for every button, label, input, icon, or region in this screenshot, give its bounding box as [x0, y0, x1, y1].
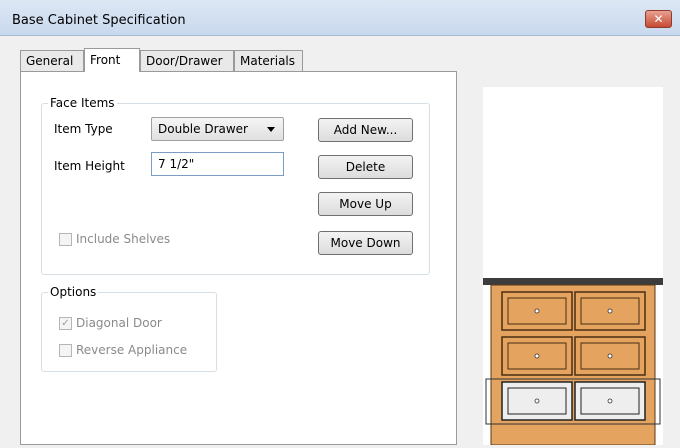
add-new-button[interactable]: Add New...: [318, 118, 413, 142]
item-type-value: Double Drawer: [158, 122, 248, 136]
drawer-knob-icon: [607, 398, 613, 404]
include-shelves-label: Include Shelves: [76, 232, 171, 246]
check-icon: ✓: [59, 316, 72, 330]
options-legend: Options: [50, 285, 97, 299]
tab-materials[interactable]: Materials: [234, 50, 303, 71]
include-shelves-checkbox[interactable]: Include Shelves: [59, 232, 170, 246]
drawer-knob-icon: [607, 308, 613, 314]
face-items-legend: Face Items: [50, 96, 115, 110]
tab-door-drawer[interactable]: Door/Drawer: [140, 50, 234, 71]
cabinet-spec-dialog: Base Cabinet Specification ✕ General Fro…: [0, 0, 680, 446]
reverse-appliance-box: [59, 343, 72, 357]
delete-button[interactable]: Delete: [318, 155, 413, 179]
move-up-button[interactable]: Move Up: [318, 192, 413, 216]
item-height-label: Item Height: [54, 159, 125, 173]
drawer-knob-icon: [534, 398, 540, 404]
tab-general[interactable]: General: [20, 50, 84, 71]
front-tab-panel: Face Items Item Type Double Drawer Add N…: [20, 71, 457, 445]
close-button[interactable]: ✕: [645, 10, 672, 28]
diagonal-door-checkbox[interactable]: ✓ Diagonal Door: [59, 316, 162, 330]
diagonal-door-label: Diagonal Door: [76, 316, 162, 330]
tab-front[interactable]: Front: [84, 48, 140, 72]
dropdown-arrow-icon: [267, 127, 275, 132]
include-shelves-box: [59, 232, 72, 246]
drawer-knob-icon: [534, 308, 540, 314]
item-type-select[interactable]: Double Drawer: [151, 117, 284, 141]
item-type-label: Item Type: [54, 122, 113, 136]
reverse-appliance-checkbox[interactable]: Reverse Appliance: [59, 343, 187, 357]
cabinet-preview: [483, 278, 663, 446]
countertop: [483, 278, 663, 285]
move-down-button[interactable]: Move Down: [318, 231, 413, 255]
window-title: Base Cabinet Specification: [12, 13, 186, 28]
item-height-input[interactable]: [151, 152, 284, 176]
drawer-knob-icon: [534, 353, 540, 359]
close-icon: ✕: [653, 12, 664, 26]
reverse-appliance-label: Reverse Appliance: [76, 343, 188, 357]
title-bar[interactable]: Base Cabinet Specification ✕: [0, 0, 680, 36]
cabinet-preview-panel: [483, 87, 663, 446]
drawer-knob-icon: [607, 353, 613, 359]
